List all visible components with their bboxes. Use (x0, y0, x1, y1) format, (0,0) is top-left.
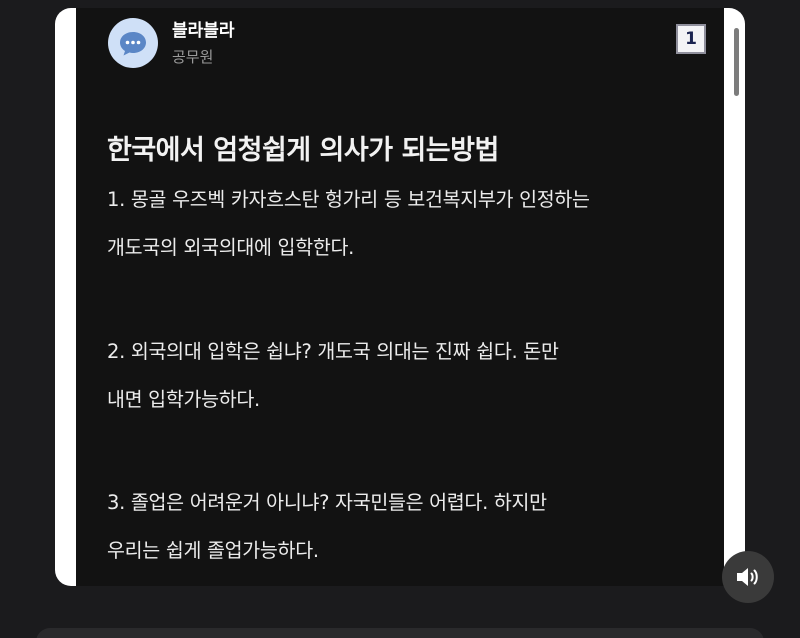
post-title: 한국에서 엄청쉽게 의사가 되는방법 (107, 135, 499, 166)
author-name[interactable]: 블라블라 (172, 16, 235, 41)
scrollbar[interactable] (734, 28, 739, 96)
page-number-badge: 1 (676, 24, 706, 54)
paragraph-line: 2. 외국의대 입학은 쉽냐? 개도국 의대는 진짜 쉽다. 돈만 (107, 340, 559, 363)
paragraph-line: 개도국의 외국의대에 입학한다. (107, 236, 355, 259)
speaker-icon (737, 568, 758, 586)
chat-bubble-icon (120, 32, 146, 56)
author-job: 공무원 (172, 48, 214, 66)
post-card: 블라블라 공무원 1 한국에서 엄청쉽게 의사가 되는방법 1. 몽골 우즈벡 … (76, 8, 724, 586)
sound-toggle-button[interactable] (722, 551, 774, 603)
paragraph-line: 내면 입학가능하다. (107, 388, 260, 411)
avatar[interactable] (108, 18, 158, 68)
paragraph-1: 1. 몽골 우즈벡 카자흐스탄 헝가리 등 보건복지부가 인정하는 개도국의 외… (107, 176, 590, 272)
bottom-bar (36, 628, 764, 638)
paragraph-line: 3. 졸업은 어려운거 아니냐? 자국민들은 어렵다. 하지만 (107, 491, 547, 514)
paragraph-2: 2. 외국의대 입학은 쉽냐? 개도국 의대는 진짜 쉽다. 돈만 내면 입학가… (107, 328, 559, 424)
paragraph-line: 1. 몽골 우즈벡 카자흐스탄 헝가리 등 보건복지부가 인정하는 (107, 188, 590, 211)
screen: 블라블라 공무원 1 한국에서 엄청쉽게 의사가 되는방법 1. 몽골 우즈벡 … (0, 0, 800, 638)
paragraph-3: 3. 졸업은 어려운거 아니냐? 자국민들은 어렵다. 하지만 우리는 쉽게 졸… (107, 479, 547, 575)
paragraph-line: 우리는 쉽게 졸업가능하다. (107, 539, 319, 562)
